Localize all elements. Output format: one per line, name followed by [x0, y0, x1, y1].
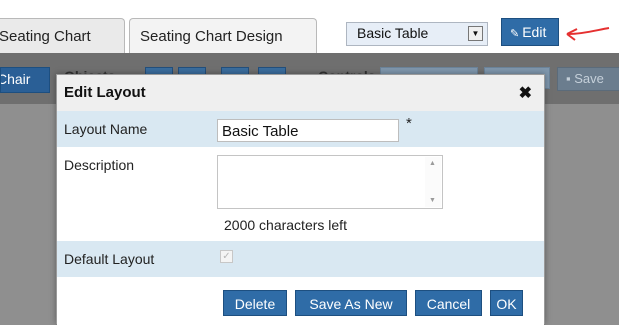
tab-seating-chart[interactable]: Seating Chart — [0, 18, 125, 53]
edit-layout-dialog: Edit Layout ✖ Layout Name * Description … — [56, 74, 545, 325]
pencil-icon: ✎ — [510, 28, 520, 40]
default-layout-row: Default Layout ✓ — [57, 241, 544, 277]
layout-name-input[interactable] — [217, 119, 399, 142]
save-as-new-button[interactable]: Save As New — [295, 290, 407, 316]
chair-button-label: Chair — [0, 71, 31, 87]
description-label: Description — [64, 157, 135, 173]
delete-button[interactable]: Delete — [223, 290, 287, 316]
default-layout-checkbox[interactable]: ✓ — [220, 250, 233, 263]
default-layout-label: Default Layout — [64, 251, 155, 267]
cancel-button[interactable]: Cancel — [415, 290, 482, 316]
save-button[interactable]: ▪ Save — [557, 67, 619, 91]
tab-label: Seating Chart — [0, 28, 91, 45]
scroll-down-icon[interactable]: ▼ — [429, 197, 436, 204]
layout-select[interactable]: Basic Table ▼ — [346, 22, 488, 46]
edit-button-label: Edit — [522, 24, 547, 40]
tab-seating-chart-design[interactable]: Seating Chart Design — [129, 18, 317, 53]
description-row: Description ▲ ▼ 2000 characters left — [57, 147, 544, 241]
close-icon[interactable]: ✖ — [519, 83, 532, 103]
dialog-header: Edit Layout ✖ — [57, 75, 544, 111]
save-icon: ▪ — [566, 71, 571, 86]
dialog-button-row: Delete Save As New Cancel OK — [57, 277, 544, 325]
scroll-up-icon[interactable]: ▲ — [429, 160, 436, 167]
layout-name-row: Layout Name * — [57, 111, 544, 147]
layout-select-value: Basic Table — [357, 25, 429, 41]
app-header: Seating Chart Seating Chart Design Basic… — [0, 0, 619, 53]
tab-label: Seating Chart Design — [140, 28, 283, 45]
edit-button[interactable]: ✎ Edit — [501, 18, 559, 46]
ok-button[interactable]: OK — [490, 290, 523, 316]
layout-name-label: Layout Name — [64, 121, 148, 137]
save-button-label: Save — [574, 71, 604, 86]
chair-button[interactable]: Chair — [0, 67, 50, 93]
red-arrow-annotation-icon — [566, 27, 610, 41]
characters-left-text: 2000 characters left — [224, 217, 347, 233]
chevron-down-icon[interactable]: ▼ — [468, 26, 483, 41]
dialog-title: Edit Layout — [64, 84, 146, 101]
description-textarea[interactable]: ▲ ▼ — [217, 155, 443, 209]
description-scrollbar[interactable]: ▲ ▼ — [425, 157, 441, 207]
required-mark: * — [406, 115, 412, 132]
